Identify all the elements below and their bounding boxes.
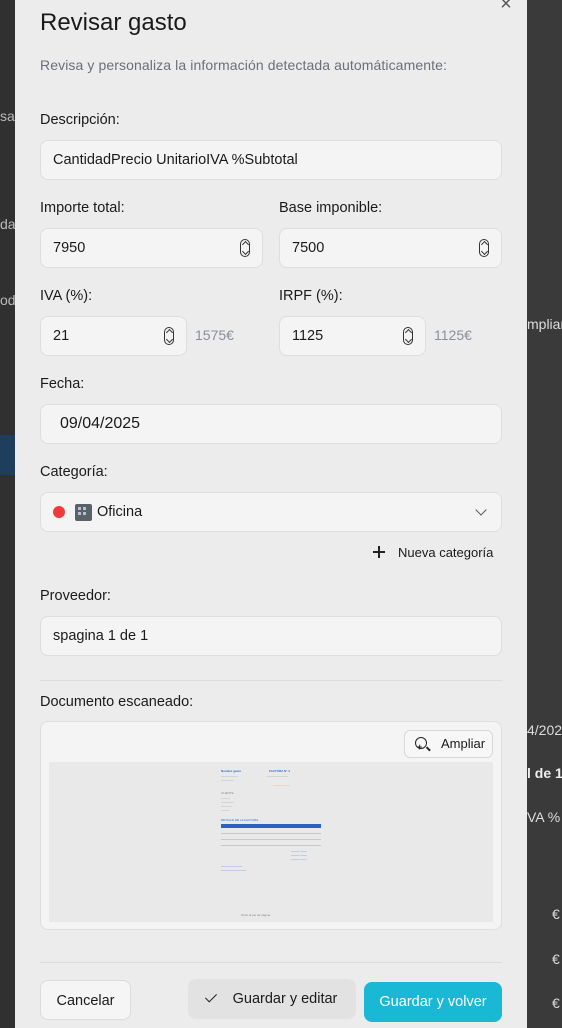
- background-text: sar: [0, 108, 15, 124]
- thumbnail-company: Nombre gasto: [221, 769, 242, 773]
- irpf-amount: 1125€: [434, 327, 472, 343]
- thumbnail-table-header: [221, 824, 321, 828]
- document-preview[interactable]: Nombre gasto ──────── ────── FACTURA Nº …: [49, 762, 493, 922]
- save-and-edit-button[interactable]: Guardar y editar: [188, 979, 356, 1019]
- iva-input[interactable]: 21: [40, 316, 187, 356]
- save-and-return-button[interactable]: Guardar y volver: [364, 982, 502, 1022]
- background-text: mpliar: [527, 316, 562, 332]
- thumbnail-terms: ────────────: [221, 868, 247, 872]
- office-building-icon: [75, 504, 92, 521]
- thumbnail-status: ────────: [273, 783, 291, 787]
- iva-value: 21: [53, 328, 70, 344]
- date-label: Fecha:: [40, 376, 85, 392]
- review-expense-modal: × Revisar gasto Revisa y personaliza la …: [15, 0, 527, 1028]
- total-amount-label: Importe total:: [40, 200, 125, 216]
- thumbnail-client: ────: [221, 808, 230, 812]
- thumbnail-table-row: [221, 833, 321, 834]
- background-text: €: [552, 906, 560, 922]
- background-text: €: [552, 995, 560, 1011]
- section-divider: [40, 680, 502, 681]
- modal-title: Revisar gasto: [40, 9, 187, 36]
- stepper-icon[interactable]: [164, 327, 174, 345]
- background-text: od: [0, 292, 15, 308]
- category-label: Categoría:: [40, 464, 108, 480]
- provider-label: Proveedor:: [40, 588, 111, 604]
- background-text: l de 1: [527, 765, 562, 781]
- check-icon: [204, 990, 218, 1003]
- background-text: VA %: [527, 809, 561, 825]
- modal-subtitle: Revisa y personaliza la información dete…: [40, 57, 447, 73]
- background-text: €: [552, 951, 560, 967]
- thumbnail-footer: Texto al pie de página: [241, 913, 271, 917]
- invoice-thumbnail: Nombre gasto ──────── ────── FACTURA Nº …: [221, 762, 321, 922]
- thumbnail-table-row: [221, 839, 321, 840]
- stepper-icon[interactable]: [240, 239, 250, 257]
- taxable-base-input[interactable]: 7500: [279, 228, 502, 268]
- thumbnail-invoice: FACTURA Nº 4: [269, 769, 290, 773]
- background-text: 4/202: [527, 722, 562, 738]
- background-selected-row: [0, 435, 15, 475]
- category-value: Oficina: [97, 504, 143, 520]
- zoom-in-icon: [415, 734, 427, 760]
- taxable-base-label: Base imponible:: [279, 200, 383, 216]
- zoom-label: Ampliar: [441, 736, 486, 751]
- scanned-document-card: Ampliar Nombre gasto ──────── ────── FAC…: [40, 721, 502, 930]
- plus-icon: [372, 545, 386, 559]
- save-and-edit-label: Guardar y editar: [232, 991, 338, 1007]
- thumbnail-address: ──────: [221, 778, 234, 782]
- category-select[interactable]: Oficina: [40, 492, 502, 532]
- iva-label: IVA (%):: [40, 288, 93, 304]
- close-icon[interactable]: ×: [496, 0, 516, 14]
- total-amount-input[interactable]: 7950: [40, 228, 263, 268]
- date-input[interactable]: 09/04/2025: [40, 404, 502, 444]
- thumbnail-table-row: [221, 845, 321, 846]
- cancel-button[interactable]: Cancelar: [40, 980, 131, 1020]
- provider-input[interactable]: spagina 1 de 1: [40, 616, 502, 656]
- background-page-left: [0, 0, 15, 1028]
- background-text: da: [0, 216, 15, 232]
- footer-divider: [40, 962, 502, 963]
- thumbnail-section: DETALLE DE LA FACTURA: [221, 818, 259, 822]
- thumbnail-totals: ──── ───: [291, 857, 307, 861]
- irpf-value: 1125: [292, 328, 324, 344]
- taxable-base-value: 7500: [292, 240, 325, 256]
- new-category-button[interactable]: Nueva categoría: [398, 545, 493, 560]
- category-color-dot: [53, 506, 65, 518]
- iva-amount: 1575€: [195, 327, 234, 343]
- stepper-icon[interactable]: [403, 327, 413, 345]
- thumbnail-client-label: CLIENTE: [221, 791, 234, 795]
- irpf-input[interactable]: 1125: [279, 316, 426, 356]
- stepper-icon[interactable]: [479, 239, 489, 257]
- description-input[interactable]: CantidadPrecio UnitarioIVA %Subtotal: [40, 140, 502, 180]
- irpf-label: IRPF (%):: [279, 288, 343, 304]
- scanned-document-label: Documento escaneado:: [40, 694, 194, 710]
- description-label: Descripción:: [40, 112, 120, 128]
- thumbnail-dates: ──────────: [267, 774, 289, 778]
- total-amount-value: 7950: [53, 240, 86, 256]
- background-page-right: [527, 0, 562, 1028]
- zoom-button[interactable]: Ampliar: [404, 730, 493, 760]
- chevron-down-icon: [475, 504, 487, 516]
